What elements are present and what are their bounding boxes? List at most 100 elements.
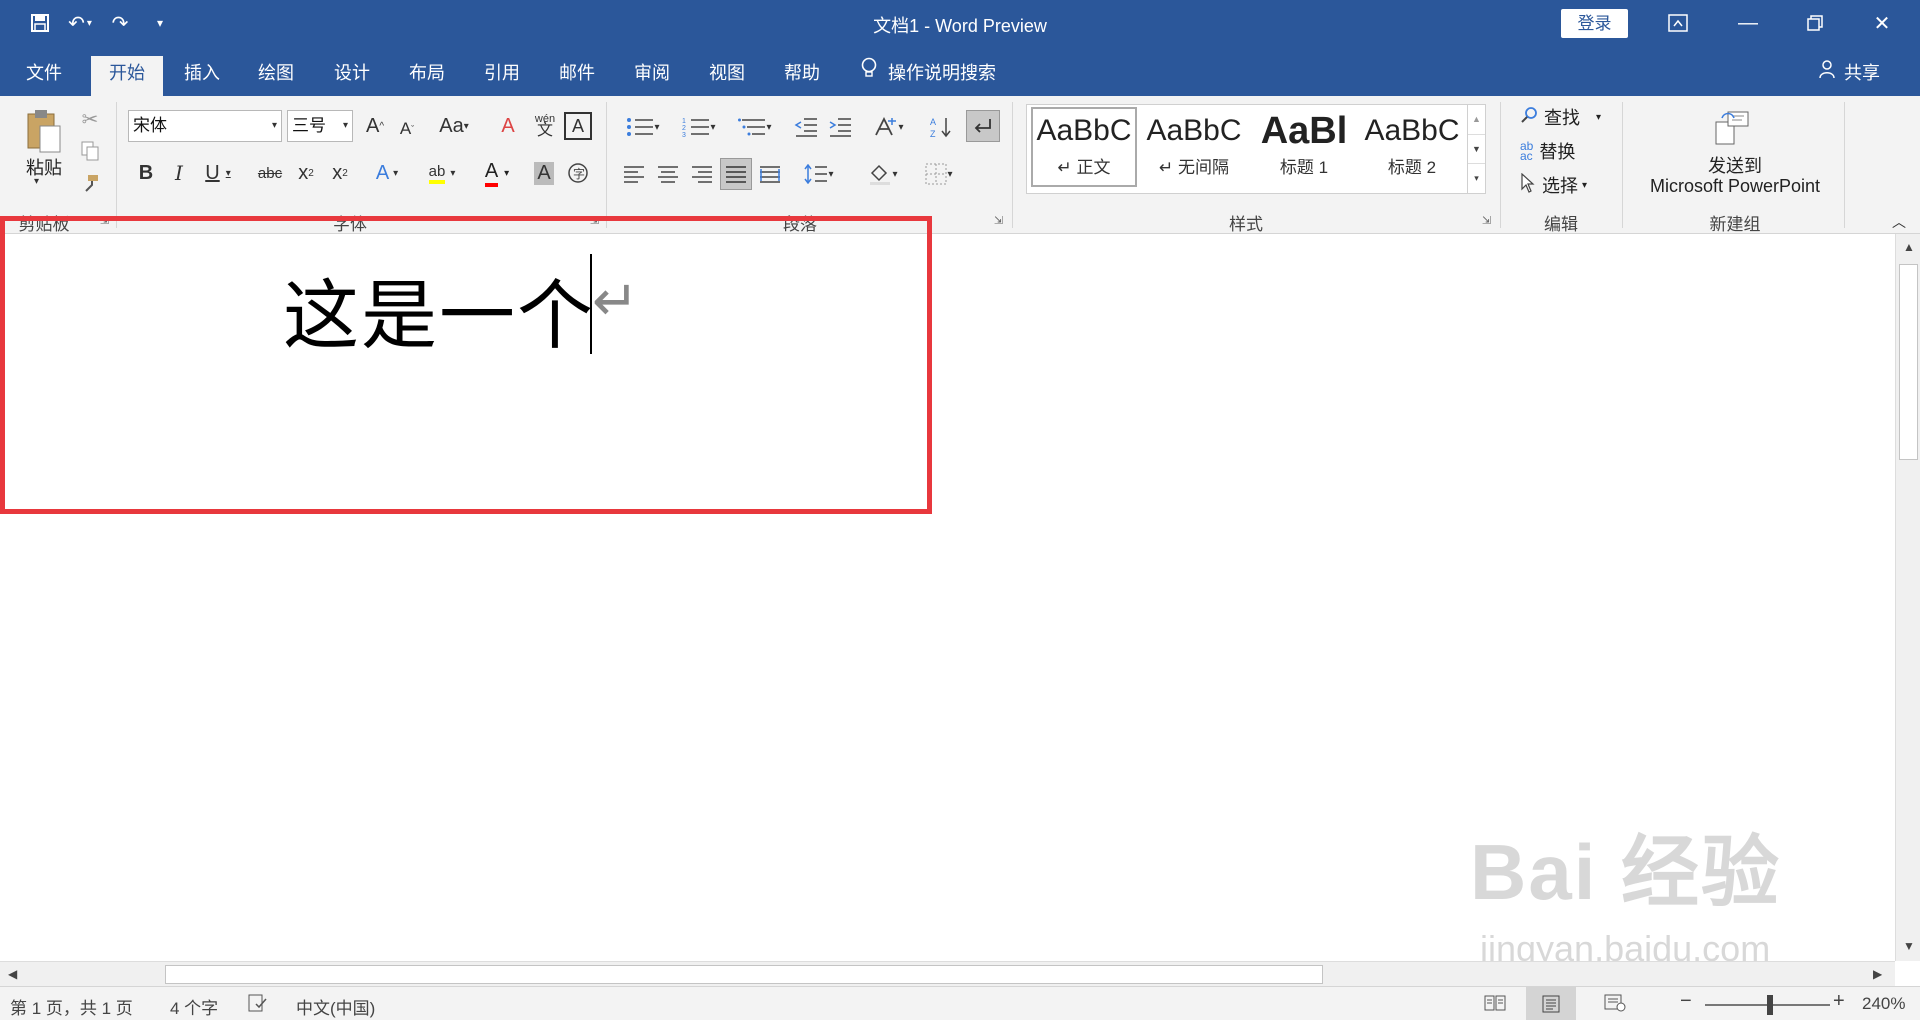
- tab-draw[interactable]: 绘图: [240, 56, 312, 96]
- style-heading-1[interactable]: AaBl 标题 1: [1251, 109, 1357, 189]
- phonetic-guide-icon[interactable]: wén 文: [530, 110, 560, 140]
- zoom-slider-thumb[interactable]: [1767, 995, 1773, 1015]
- change-case-icon[interactable]: Aa ▾: [434, 112, 474, 140]
- superscript-icon[interactable]: x2: [326, 158, 354, 188]
- character-shading-icon[interactable]: A: [530, 158, 558, 188]
- word-count[interactable]: 4 个字: [170, 994, 218, 1019]
- enclose-characters-icon[interactable]: 字: [564, 158, 592, 188]
- subscript-icon[interactable]: x2: [292, 158, 320, 188]
- language-indicator[interactable]: 中文(中国): [296, 994, 375, 1019]
- paste-label[interactable]: 粘贴: [22, 154, 66, 180]
- styles-dialog-launcher-icon[interactable]: ⇲: [1482, 214, 1491, 227]
- gallery-more-icon[interactable]: ▾: [1468, 163, 1485, 192]
- read-mode-icon[interactable]: [1484, 994, 1506, 1017]
- shrink-font-icon[interactable]: Aˇ: [394, 116, 420, 142]
- minimize-icon[interactable]: —: [1718, 0, 1778, 46]
- style-no-spacing[interactable]: AaBbC ↵ 无间隔: [1141, 109, 1247, 189]
- select-button[interactable]: 选择 ▾: [1520, 172, 1587, 198]
- tab-design[interactable]: 设计: [316, 56, 388, 96]
- format-painter-icon[interactable]: [76, 170, 104, 196]
- bullets-icon[interactable]: ▾: [620, 114, 666, 140]
- gallery-up-icon[interactable]: ▲: [1468, 105, 1485, 134]
- zoom-level[interactable]: 240%: [1862, 994, 1905, 1014]
- vertical-scroll-thumb[interactable]: [1899, 264, 1918, 460]
- chinese-layout-icon[interactable]: ▾: [866, 114, 912, 140]
- scroll-right-icon[interactable]: ▶: [1873, 967, 1882, 981]
- close-icon[interactable]: ✕: [1852, 0, 1912, 46]
- horizontal-scroll-thumb[interactable]: [165, 965, 1323, 984]
- borders-icon[interactable]: ▾: [916, 160, 962, 188]
- paste-icon[interactable]: [20, 106, 68, 158]
- bold-icon[interactable]: B: [132, 158, 160, 188]
- send-to-powerpoint-label-2[interactable]: Microsoft PowerPoint: [1630, 176, 1840, 197]
- show-hide-marks-icon[interactable]: [966, 110, 1000, 142]
- send-to-powerpoint-label-1[interactable]: 发送到: [1630, 152, 1840, 178]
- style-normal[interactable]: AaBbC ↵ 正文: [1031, 107, 1137, 187]
- scroll-up-icon[interactable]: ▲: [1903, 240, 1915, 254]
- send-to-powerpoint-icon[interactable]: [1710, 106, 1754, 150]
- page-count[interactable]: 第 1 页，共 1 页: [10, 994, 133, 1019]
- svg-text:字: 字: [573, 166, 585, 181]
- text-effects-icon[interactable]: A ▾: [366, 158, 408, 188]
- style-heading-2[interactable]: AaBbC 标题 2: [1359, 109, 1465, 189]
- align-center-icon[interactable]: [654, 160, 682, 188]
- horizontal-scrollbar[interactable]: ◀ ▶: [0, 961, 1895, 986]
- print-layout-icon[interactable]: [1526, 987, 1576, 1020]
- tab-help[interactable]: 帮助: [766, 56, 838, 96]
- paste-dropdown-icon[interactable]: ▾: [34, 176, 39, 187]
- tab-references[interactable]: 引用: [466, 56, 538, 96]
- multilevel-list-icon[interactable]: ▾: [732, 114, 778, 140]
- shading-icon[interactable]: ▾: [860, 160, 906, 188]
- sort-icon[interactable]: AZ: [928, 114, 956, 140]
- tab-insert[interactable]: 插入: [166, 56, 238, 96]
- tab-mailings[interactable]: 邮件: [541, 56, 613, 96]
- zoom-in-button[interactable]: +: [1833, 990, 1845, 1013]
- character-border-icon[interactable]: A: [564, 112, 592, 140]
- web-layout-icon[interactable]: [1604, 994, 1626, 1017]
- scroll-down-icon[interactable]: ▼: [1903, 939, 1915, 953]
- tab-layout[interactable]: 布局: [391, 56, 463, 96]
- justify-icon[interactable]: [720, 158, 752, 190]
- increase-indent-icon[interactable]: [826, 114, 854, 140]
- restore-icon[interactable]: [1785, 0, 1845, 46]
- font-name-combo[interactable]: 宋体 ▾: [128, 110, 282, 142]
- ribbon-display-options-icon[interactable]: [1648, 0, 1708, 46]
- cut-icon[interactable]: ✂: [76, 106, 104, 132]
- replace-button[interactable]: ab ac 替换: [1520, 138, 1575, 164]
- login-button[interactable]: 登录: [1561, 9, 1628, 38]
- select-label: 选择: [1542, 176, 1578, 196]
- numbering-icon[interactable]: 123 ▾: [676, 114, 722, 140]
- tell-me-search[interactable]: 操作说明搜索: [860, 56, 996, 90]
- distributed-icon[interactable]: [756, 160, 784, 188]
- clear-formatting-icon[interactable]: A: [494, 112, 522, 140]
- svg-text:A: A: [930, 117, 936, 127]
- gallery-down-icon[interactable]: ▼: [1468, 134, 1485, 163]
- zoom-out-button[interactable]: −: [1680, 990, 1692, 1013]
- decrease-indent-icon[interactable]: [792, 114, 820, 140]
- copy-icon[interactable]: [76, 138, 104, 164]
- font-color-icon[interactable]: A ▾: [474, 158, 520, 188]
- collapse-ribbon-icon[interactable]: ︿: [1886, 212, 1912, 232]
- line-spacing-icon[interactable]: ▾: [796, 160, 842, 188]
- find-button[interactable]: 查找 ▾: [1520, 104, 1601, 130]
- ribbon-tab-bar: 文件 开始 插入 绘图 设计 布局 引用 邮件 审阅 视图 帮助 操作说明搜索 …: [0, 46, 1920, 96]
- paragraph-dialog-launcher-icon[interactable]: ⇲: [994, 214, 1003, 227]
- cursor-select-icon: [1520, 172, 1536, 198]
- tab-view[interactable]: 视图: [691, 56, 763, 96]
- share-button[interactable]: 共享: [1818, 56, 1880, 90]
- proofing-icon[interactable]: [248, 994, 268, 1017]
- tab-file[interactable]: 文件: [8, 56, 80, 96]
- highlight-color-icon[interactable]: ab ▾: [418, 158, 466, 188]
- tab-review[interactable]: 审阅: [616, 56, 688, 96]
- strikethrough-icon[interactable]: abc: [254, 158, 286, 188]
- grow-font-icon[interactable]: A ^: [362, 112, 388, 140]
- svg-text:3: 3: [682, 132, 686, 137]
- tab-home[interactable]: 开始: [91, 56, 163, 96]
- italic-icon[interactable]: I: [165, 158, 193, 188]
- font-size-combo[interactable]: 三号 ▾: [287, 110, 353, 142]
- vertical-scrollbar[interactable]: ▲ ▼: [1895, 234, 1920, 961]
- underline-icon[interactable]: U ▾: [198, 158, 238, 188]
- align-right-icon[interactable]: [688, 160, 716, 188]
- scroll-left-icon[interactable]: ◀: [8, 967, 17, 981]
- align-left-icon[interactable]: [620, 160, 648, 188]
